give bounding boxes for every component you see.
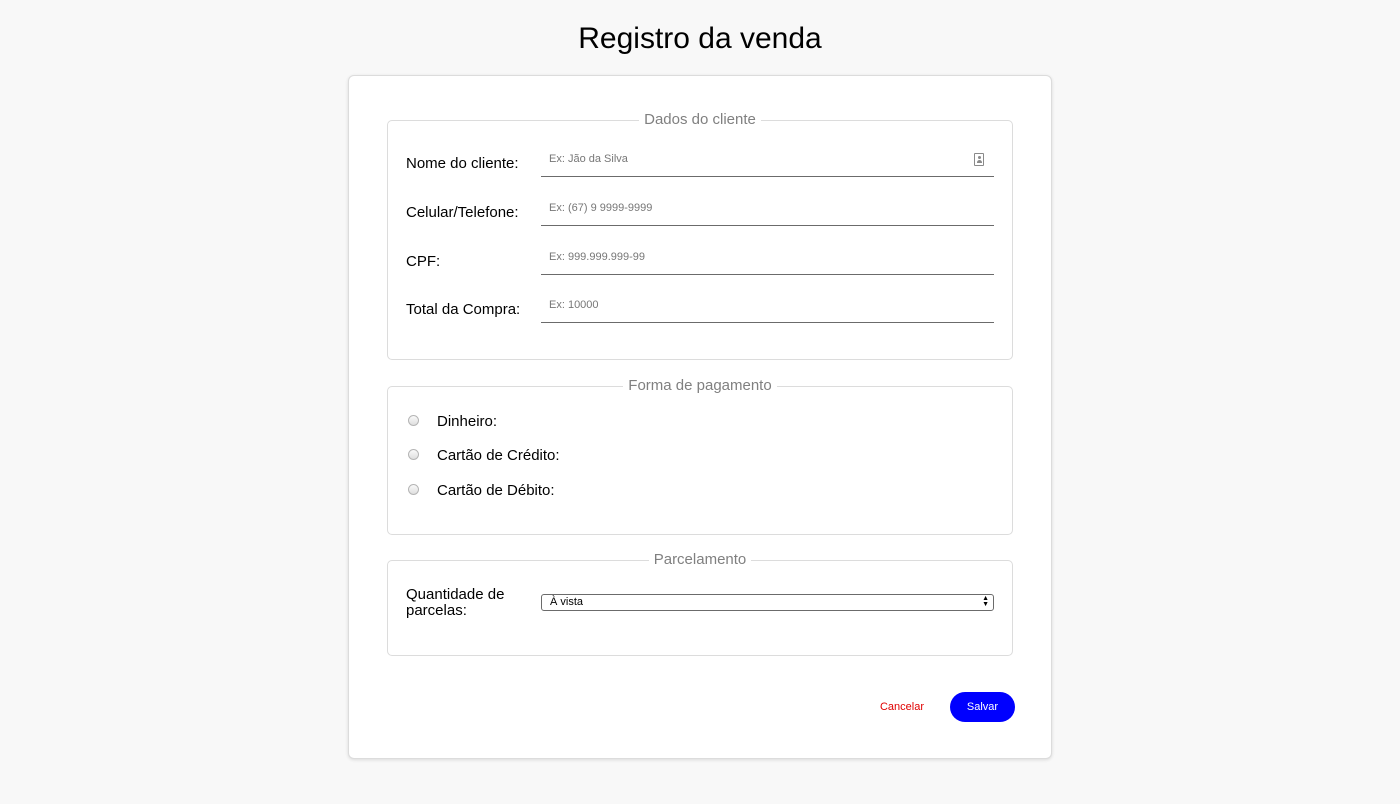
cpf-label: CPF: xyxy=(406,253,441,270)
total-compra-input[interactable] xyxy=(541,287,994,322)
radio-credito-label: Cartão de Crédito: xyxy=(437,447,560,464)
radio-debito[interactable] xyxy=(408,484,419,495)
parcelas-select-value: À vista xyxy=(550,596,584,608)
field-row-total: Total da Compra: xyxy=(406,287,994,337)
telefone-label: Celular/Telefone: xyxy=(406,204,519,221)
payment-option-debito[interactable]: Cartão de Débito: xyxy=(408,482,808,502)
field-row-telefone: Celular/Telefone: xyxy=(406,190,994,240)
payment-option-credito[interactable]: Cartão de Crédito: xyxy=(408,447,808,467)
section-parcelamento: Parcelamento Quantidade de parcelas: À v… xyxy=(387,551,1013,656)
page-title: Registro da venda xyxy=(578,22,822,55)
field-row-nome: Nome do cliente: xyxy=(406,141,994,191)
section-dados-cliente: Dados do cliente Nome do cliente: Celula… xyxy=(387,111,1013,360)
nome-cliente-input[interactable] xyxy=(541,141,994,176)
radio-credito[interactable] xyxy=(408,449,419,460)
quantidade-parcelas-label: Quantidade de parcelas: xyxy=(406,586,505,619)
select-arrows-icon: ▲ ▼ xyxy=(982,595,989,608)
radio-dinheiro[interactable] xyxy=(408,415,419,426)
save-button[interactable]: Salvar xyxy=(950,692,1015,722)
sale-form-card: Dados do cliente Nome do cliente: Celula… xyxy=(348,75,1052,759)
parcelas-select[interactable]: À vista ▲ ▼ xyxy=(541,594,994,611)
radio-dinheiro-label: Dinheiro: xyxy=(437,413,498,430)
section-legend-pagamento: Forma de pagamento xyxy=(623,377,777,394)
field-row-cpf: CPF: xyxy=(406,239,994,289)
payment-option-dinheiro[interactable]: Dinheiro: xyxy=(408,413,808,433)
telefone-input[interactable] xyxy=(541,190,994,225)
cpf-input[interactable] xyxy=(541,239,994,274)
section-forma-pagamento: Forma de pagamento Dinheiro: Cartão de C… xyxy=(387,377,1013,535)
section-legend-parcelamento: Parcelamento xyxy=(648,551,752,568)
cancel-button[interactable]: Cancelar xyxy=(869,692,935,722)
total-compra-label: Total da Compra: xyxy=(406,301,521,318)
nome-cliente-label: Nome do cliente: xyxy=(406,155,519,172)
contact-card-icon[interactable] xyxy=(974,153,984,166)
radio-debito-label: Cartão de Débito: xyxy=(437,482,555,499)
section-legend-cliente: Dados do cliente xyxy=(639,111,761,128)
